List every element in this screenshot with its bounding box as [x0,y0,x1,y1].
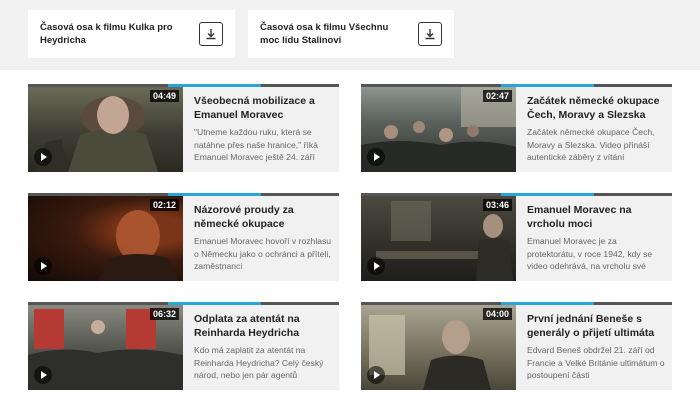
video-card[interactable]: 06:32 Odplata za atentát na Reinharda He… [28,302,339,390]
download-card-stalin[interactable]: Časová osa k filmu Všechnu moc lidu Stal… [248,10,454,58]
video-card[interactable]: 04:00 První jednání Beneše s generály o … [361,302,672,390]
play-icon[interactable] [34,366,52,384]
video-card[interactable]: 03:46 Emanuel Moravec na vrcholu moci Em… [361,193,672,281]
video-thumbnail[interactable]: 02:12 [28,196,183,281]
video-description: "Utneme každou ruku, která se natáhne př… [194,127,318,162]
duration-badge: 03:46 [482,199,512,211]
duration-badge: 02:12 [149,199,179,211]
video-thumbnail[interactable]: 03:46 [361,196,516,281]
download-label: Časová osa k filmu Všechnu moc lidu Stal… [260,22,389,46]
video-title[interactable]: Všeobecná mobilizace a Emanuel Moravec [194,94,334,122]
video-thumbnail[interactable]: 02:47 [361,87,516,172]
duration-badge: 02:47 [482,90,512,102]
video-description: Emanuel Moravec je za protektorátu, v ro… [527,236,653,271]
download-icon [206,29,216,40]
download-button[interactable] [418,22,442,46]
download-button[interactable] [199,22,223,46]
download-icon [425,29,435,40]
play-icon[interactable] [367,257,385,275]
video-description: Kdo má zaplatit za atentát na Reinharda … [194,345,324,380]
download-card-kulka[interactable]: Časová osa k filmu Kulka pro Heydricha [28,10,235,58]
play-icon[interactable] [367,148,385,166]
video-thumbnail[interactable]: 04:00 [361,305,516,390]
video-title[interactable]: První jednání Beneše s generály o přijet… [527,312,667,340]
video-thumbnail[interactable]: 06:32 [28,305,183,390]
video-description: Emanuel Moravec hovoří v rozhlasu o Něme… [194,236,332,271]
play-icon[interactable] [367,366,385,384]
video-card[interactable]: 02:12 Názorové proudy za německé okupace… [28,193,339,281]
video-title[interactable]: Začátek německé okupace Čech, Moravy a S… [527,94,667,122]
video-title[interactable]: Odplata za atentát na Reinharda Heydrich… [194,312,334,340]
video-title[interactable]: Názorové proudy za německé okupace [194,203,334,231]
download-label: Časová osa k filmu Kulka pro Heydricha [40,22,173,46]
video-description: Začátek německé okupace Čech, Moravy a S… [527,127,655,162]
play-icon[interactable] [34,257,52,275]
video-card[interactable]: 04:49 Všeobecná mobilizace a Emanuel Mor… [28,84,339,172]
video-title[interactable]: Emanuel Moravec na vrcholu moci [527,203,667,231]
duration-badge: 06:32 [149,308,179,320]
video-card[interactable]: 02:47 Začátek německé okupace Čech, Mora… [361,84,672,172]
duration-badge: 04:49 [149,90,179,102]
play-icon[interactable] [34,148,52,166]
duration-badge: 04:00 [482,308,512,320]
video-description: Edvard Beneš obdržel 21. září od Francie… [527,345,665,380]
video-thumbnail[interactable]: 04:49 [28,87,183,172]
